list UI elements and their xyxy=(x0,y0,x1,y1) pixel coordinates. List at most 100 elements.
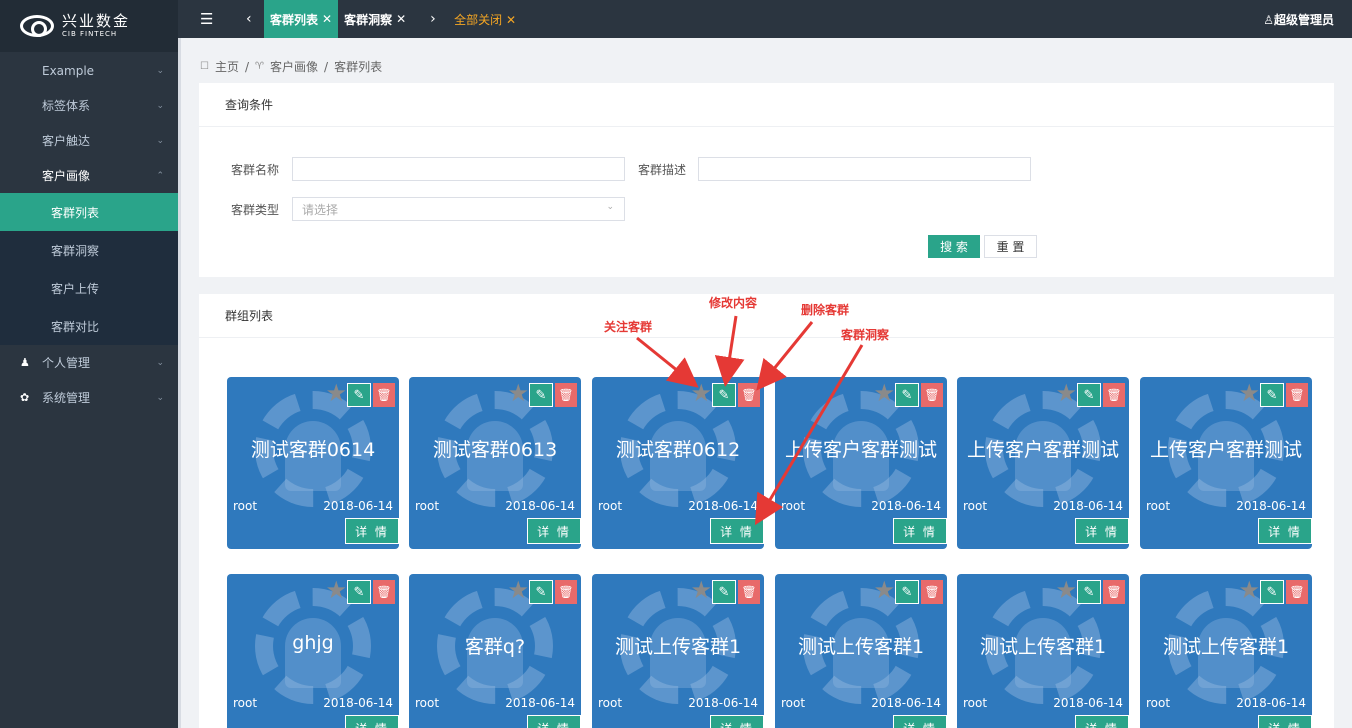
group-name-input[interactable] xyxy=(292,157,625,181)
star-icon[interactable]: ★ xyxy=(873,381,895,405)
detail-button[interactable]: 详 情 xyxy=(527,715,581,728)
pencil-icon: ✎ xyxy=(1266,584,1278,600)
star-icon[interactable]: ★ xyxy=(325,381,347,405)
sidebar-item-system[interactable]: ✿ 系统管理 ⌄ xyxy=(0,380,178,415)
sidebar-item-customer-portrait[interactable]: 客户画像 ⌃ xyxy=(0,158,178,193)
delete-button[interactable]: 🗑 xyxy=(1103,383,1125,407)
detail-button[interactable]: 详 情 xyxy=(527,518,581,544)
tab-group-list[interactable]: 客群列表 ✕ xyxy=(264,0,339,38)
card-owner: root xyxy=(233,696,258,710)
detail-button[interactable]: 详 情 xyxy=(710,518,764,544)
edit-button[interactable]: ✎ xyxy=(1077,383,1101,407)
delete-button[interactable]: 🗑 xyxy=(921,580,943,604)
sidebar-item-tag-system[interactable]: 标签体系 ⌄ xyxy=(0,88,178,123)
delete-button[interactable]: 🗑 xyxy=(555,580,577,604)
group-desc-input[interactable] xyxy=(698,157,1031,181)
detail-button[interactable]: 详 情 xyxy=(893,715,947,728)
user-menu[interactable]: ♙超级管理员 xyxy=(1263,11,1334,28)
star-icon[interactable]: ★ xyxy=(873,578,895,602)
reset-button[interactable]: 重 置 xyxy=(984,235,1037,258)
group-card: ★ ✎ 🗑 客群q? root 2018-06-14 详 情 xyxy=(409,574,581,728)
delete-button[interactable]: 🗑 xyxy=(1286,580,1308,604)
detail-button[interactable]: 详 情 xyxy=(710,715,764,728)
card-owner: root xyxy=(233,499,258,513)
menu-toggle-icon[interactable]: ☰ xyxy=(200,10,220,28)
detail-button[interactable]: 详 情 xyxy=(1258,715,1312,728)
search-button[interactable]: 搜 索 xyxy=(928,235,980,258)
annotation-follow-label: 关注客群 xyxy=(604,320,653,334)
sidebar-item-example[interactable]: Example ⌄ xyxy=(0,53,178,88)
tab-label: 客群洞察 xyxy=(344,12,393,27)
edit-button[interactable]: ✎ xyxy=(895,383,919,407)
sidebar-item-label: 个人管理 xyxy=(42,356,91,370)
trash-icon: 🗑 xyxy=(924,585,940,599)
trash-icon: 🗑 xyxy=(558,388,574,402)
edit-button[interactable]: ✎ xyxy=(347,383,371,407)
sidebar-item-customer-reach[interactable]: 客户触达 ⌄ xyxy=(0,123,178,158)
delete-button[interactable]: 🗑 xyxy=(373,383,395,407)
detail-button[interactable]: 详 情 xyxy=(1075,518,1129,544)
chevron-down-icon: ⌄ xyxy=(156,392,164,403)
pencil-icon: ✎ xyxy=(353,584,365,600)
delete-button[interactable]: 🗑 xyxy=(1103,580,1125,604)
card-date: 2018-06-14 xyxy=(323,696,393,710)
home-icon: ☐ xyxy=(200,61,209,72)
edit-button[interactable]: ✎ xyxy=(712,383,736,407)
chevron-down-icon: ⌄ xyxy=(606,202,614,212)
detail-button[interactable]: 详 情 xyxy=(893,518,947,544)
close-icon[interactable]: ✕ xyxy=(322,12,332,26)
sidebar-subitem-group-compare[interactable]: 客群对比 xyxy=(0,307,178,345)
delete-button[interactable]: 🗑 xyxy=(738,383,760,407)
delete-button[interactable]: 🗑 xyxy=(921,383,943,407)
detail-button[interactable]: 详 情 xyxy=(1258,518,1312,544)
detail-button[interactable]: 详 情 xyxy=(345,518,399,544)
group-card: ★ ✎ 🗑 上传客户客群测试 root 2018-06-14 详 情 xyxy=(957,377,1129,549)
chevron-left-icon[interactable]: ‹ xyxy=(246,11,264,27)
detail-button[interactable]: 详 情 xyxy=(345,715,399,728)
chevron-right-icon[interactable]: › xyxy=(430,11,450,27)
close-all-button[interactable]: 全部关闭 ✕ xyxy=(454,11,516,28)
edit-button[interactable]: ✎ xyxy=(1260,383,1284,407)
tab-group-insight[interactable]: 客群洞察 ✕ xyxy=(338,0,412,38)
delete-button[interactable]: 🗑 xyxy=(373,580,395,604)
star-icon[interactable]: ★ xyxy=(690,578,712,602)
breadcrumb: ☐ 主页 / ♈ 客户画像 / 客群列表 xyxy=(200,58,382,75)
edit-button[interactable]: ✎ xyxy=(895,580,919,604)
edit-button[interactable]: ✎ xyxy=(529,383,553,407)
delete-button[interactable]: 🗑 xyxy=(1286,383,1308,407)
edit-button[interactable]: ✎ xyxy=(1260,580,1284,604)
chevron-down-icon: ⌄ xyxy=(156,135,164,146)
sidebar-item-personal[interactable]: ♟ 个人管理 ⌄ xyxy=(0,345,178,380)
group-type-select[interactable]: 请选择 ⌄ xyxy=(292,197,625,221)
delete-button[interactable]: 🗑 xyxy=(555,383,577,407)
card-date: 2018-06-14 xyxy=(1236,499,1306,513)
sidebar-subitem-group-list[interactable]: 客群列表 xyxy=(0,193,178,231)
edit-button[interactable]: ✎ xyxy=(529,580,553,604)
close-icon[interactable]: ✕ xyxy=(396,12,406,26)
star-icon[interactable]: ★ xyxy=(1055,578,1077,602)
star-icon[interactable]: ★ xyxy=(325,578,347,602)
star-icon[interactable]: ★ xyxy=(1238,381,1260,405)
edit-button[interactable]: ✎ xyxy=(1077,580,1101,604)
sidebar-item-label: 系统管理 xyxy=(42,391,91,405)
group-card: ★ ✎ 🗑 测试客群0612 root 2018-06-14 详 情 xyxy=(592,377,764,549)
pencil-icon: ✎ xyxy=(901,584,913,600)
star-icon[interactable]: ★ xyxy=(690,381,712,405)
detail-button[interactable]: 详 情 xyxy=(1075,715,1129,728)
breadcrumb-home[interactable]: 主页 xyxy=(215,58,239,75)
delete-button[interactable]: 🗑 xyxy=(738,580,760,604)
star-icon[interactable]: ★ xyxy=(1238,578,1260,602)
edit-button[interactable]: ✎ xyxy=(347,580,371,604)
sidebar-subitem-customer-upload[interactable]: 客户上传 xyxy=(0,269,178,307)
star-icon[interactable]: ★ xyxy=(1055,381,1077,405)
trash-icon: 🗑 xyxy=(1106,585,1122,599)
edit-button[interactable]: ✎ xyxy=(712,580,736,604)
breadcrumb-parent[interactable]: 客户画像 xyxy=(270,58,318,75)
star-icon[interactable]: ★ xyxy=(507,578,529,602)
sidebar-subitem-group-insight[interactable]: 客群洞察 xyxy=(0,231,178,269)
trash-icon: 🗑 xyxy=(1289,388,1305,402)
card-date: 2018-06-14 xyxy=(871,499,941,513)
star-icon[interactable]: ★ xyxy=(507,381,529,405)
sidebar-item-label: 客户画像 xyxy=(42,169,91,183)
trash-icon: 🗑 xyxy=(924,388,940,402)
